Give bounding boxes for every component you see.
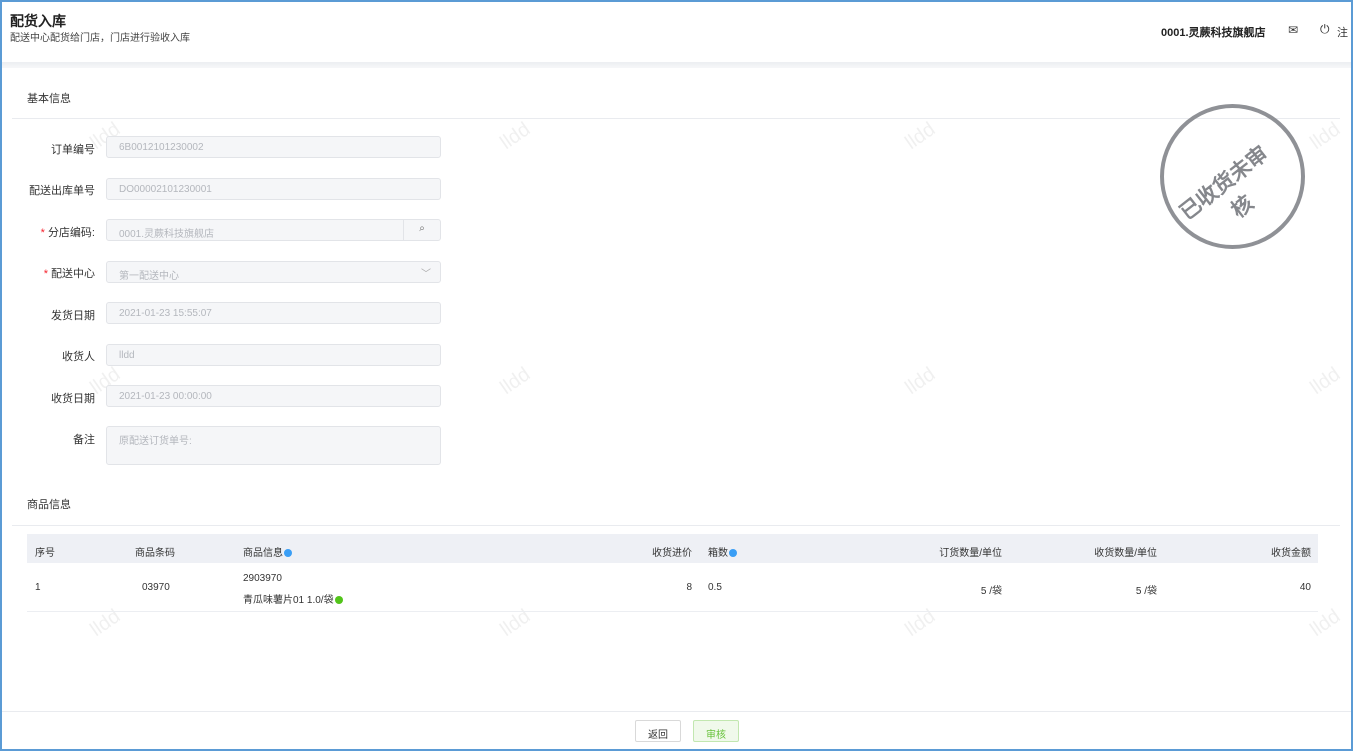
branch-code-field[interactable]: 0001.灵蕨科技旗舰店 ⌕: [106, 219, 441, 241]
page-header: 配货入库 配送中心配货给门店，门店进行验收入库 0001.灵蕨科技旗舰店 ✉ ⏻…: [0, 0, 1353, 62]
window-frame: [0, 0, 1353, 751]
col-info: 商品信息: [243, 544, 292, 559]
table-header: 序号 商品条码 商品信息 收货进价 箱数 订货数量/单位 收货数量/单位 收货金…: [27, 534, 1318, 563]
header-shadow: [0, 62, 1353, 68]
page-subtitle: 配送中心配货给门店，门店进行验收入库: [10, 33, 190, 44]
help-icon[interactable]: [284, 549, 292, 558]
cell-barcode: 03970: [142, 582, 170, 593]
cell-name: 青瓜味薯片01 1.0/袋: [243, 591, 343, 606]
cell-recv-qty: 5 /袋: [1135, 586, 1157, 597]
cell-order-qty: 5 /袋: [980, 586, 1002, 597]
cell-price: 8: [686, 582, 692, 593]
receive-date-label: 收货日期: [51, 393, 95, 405]
approve-button[interactable]: 审核: [693, 720, 739, 742]
watermark: lldd: [496, 118, 535, 155]
divider: [12, 525, 1340, 526]
dc-label: * 配送中心: [43, 268, 95, 280]
remark-label: 备注: [73, 434, 95, 446]
remark-textarea[interactable]: 原配送订货单号:: [106, 426, 441, 465]
col-amount: 收货金额: [1271, 548, 1311, 559]
logout-link[interactable]: 注: [1337, 24, 1348, 40]
info-icon[interactable]: [334, 596, 343, 605]
ship-date-label: 发货日期: [51, 310, 95, 322]
col-recv-qty: 收货数量/单位: [1094, 548, 1157, 559]
receiver-field[interactable]: lldd: [106, 344, 441, 366]
watermark: lldd: [901, 118, 940, 155]
page-title: 配货入库: [10, 13, 66, 29]
dc-select[interactable]: 第一配送中心 ﹀: [106, 261, 441, 283]
col-barcode: 商品条码: [135, 548, 175, 559]
watermark: lldd: [496, 363, 535, 400]
order-no-label: 订单编号: [51, 144, 95, 156]
delivery-no-field[interactable]: DO00002101230001: [106, 178, 441, 200]
delivery-no-label: 配送出库单号: [29, 185, 95, 197]
search-icon[interactable]: ⌕: [403, 219, 440, 241]
col-price: 收货进价: [652, 548, 692, 559]
divider: [12, 118, 1340, 119]
watermark: lldd: [901, 363, 940, 400]
store-name[interactable]: 0001.灵蕨科技旗舰店: [1161, 24, 1266, 40]
col-boxes: 箱数: [708, 544, 737, 559]
help-icon[interactable]: [729, 549, 737, 558]
section-goods-info: 商品信息: [27, 499, 71, 511]
branch-code-label: * 分店编码:: [40, 227, 95, 239]
watermark: lldd: [1306, 363, 1345, 400]
section-basic-info: 基本信息: [27, 93, 71, 105]
cell-amount: 40: [1299, 582, 1311, 593]
power-icon[interactable]: ⏻: [1320, 22, 1330, 37]
order-no-field[interactable]: 6B0012101230002: [106, 136, 441, 158]
receiver-label: 收货人: [62, 351, 95, 363]
status-stamp: 已收货未审核: [1160, 104, 1305, 249]
receive-date-field[interactable]: 2021-01-23 00:00:00: [106, 385, 441, 407]
col-no: 序号: [35, 548, 55, 559]
ship-date-field[interactable]: 2021-01-23 15:55:07: [106, 302, 441, 324]
divider: [27, 611, 1318, 612]
mail-icon[interactable]: ✉: [1288, 23, 1298, 37]
cell-code: 2903970: [243, 573, 282, 584]
cell-no: 1: [35, 582, 41, 593]
col-order-qty: 订货数量/单位: [939, 548, 1002, 559]
footer-divider: [2, 711, 1351, 712]
cell-boxes: 0.5: [708, 582, 722, 593]
watermark: lldd: [1306, 118, 1345, 155]
back-button[interactable]: 返回: [635, 720, 681, 742]
chevron-down-icon: ﹀: [421, 269, 431, 280]
